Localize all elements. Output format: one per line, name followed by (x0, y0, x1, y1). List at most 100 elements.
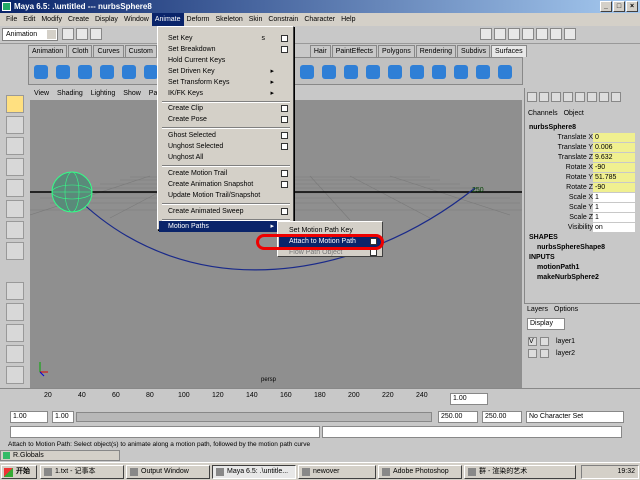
attr-visibility[interactable]: Visibility on (525, 223, 640, 233)
option-box-icon[interactable] (281, 35, 288, 42)
shelf-tab-subdivs[interactable]: Subdivs (457, 45, 490, 57)
minimize-button[interactable]: _ (600, 1, 612, 12)
tab-object[interactable]: Object (564, 110, 584, 117)
rotate-tool-icon[interactable] (6, 179, 24, 197)
attr-translate-y[interactable]: Translate Y 0.006 (525, 143, 640, 153)
time-slider[interactable]: 20 40 60 80 100 120 140 160 180 200 220 … (0, 388, 640, 408)
channelbox-icon-5[interactable] (575, 92, 585, 102)
shelf-tab-cloth[interactable]: Cloth (68, 45, 93, 57)
new-scene-icon[interactable] (62, 28, 74, 40)
surface-tool-8-icon[interactable] (451, 62, 471, 82)
viewport-menu-shading[interactable]: Shading (53, 88, 87, 100)
menuitem-set-transform-keys[interactable]: Set Transform Keys ▸ (159, 77, 292, 88)
end-time-field[interactable]: 250.00 (482, 411, 522, 423)
option-box-icon[interactable] (370, 238, 377, 245)
surface-tool-2-icon[interactable] (319, 62, 339, 82)
layout-outliner-icon[interactable] (6, 345, 24, 363)
range-slider-bar[interactable] (76, 412, 432, 422)
toggle-attribute-editor-icon[interactable] (536, 28, 548, 40)
task-newover[interactable]: newover (298, 465, 376, 479)
close-button[interactable]: × (626, 1, 638, 12)
menu-file[interactable]: File (3, 13, 20, 26)
paint-select-icon[interactable] (6, 137, 24, 155)
maximize-button[interactable]: □ (613, 1, 625, 12)
render-globals-icon[interactable] (508, 28, 520, 40)
character-set-select[interactable]: No Character Set (526, 411, 624, 423)
menu-set-select[interactable]: Animation (2, 28, 58, 41)
surface-tool-5-icon[interactable] (385, 62, 405, 82)
attr-rotate-z[interactable]: Rotate Z -90 (525, 183, 640, 193)
attr-scale-y[interactable]: Scale Y1 (525, 203, 640, 213)
input-field-icon[interactable] (522, 28, 534, 40)
render-icon[interactable] (480, 28, 492, 40)
option-box-icon[interactable] (281, 170, 288, 177)
layer-visibility-toggle[interactable]: V (528, 337, 537, 346)
option-box-icon[interactable] (281, 143, 288, 150)
option-box-icon[interactable] (370, 249, 377, 256)
menuitem-unghost-all[interactable]: Unghost All (159, 152, 292, 163)
viewport-menu-lighting[interactable]: Lighting (87, 88, 120, 100)
menuitem-hold-current-keys[interactable]: Hold Current Keys (159, 55, 292, 66)
input-motionpath[interactable]: motionPath1 (537, 264, 579, 271)
menu-create[interactable]: Create (65, 13, 92, 26)
save-scene-icon[interactable] (90, 28, 102, 40)
toggle-channel-box-icon[interactable] (564, 28, 576, 40)
surface-tool-7-icon[interactable] (429, 62, 449, 82)
attr-scale-x[interactable]: Scale X1 (525, 193, 640, 203)
nurbs-sphere[interactable] (51, 171, 93, 213)
surface-tool-1-icon[interactable] (297, 62, 317, 82)
surface-tool-4-icon[interactable] (363, 62, 383, 82)
layer-row[interactable]: V layer1 (528, 336, 634, 347)
shelf-tab-hair[interactable]: Hair (309, 45, 331, 57)
menuitem-attach-to-motion-path[interactable]: Attach to Motion Path (279, 236, 381, 247)
layer-row[interactable]: layer2 (528, 348, 634, 359)
menuitem-ikfk-keys[interactable]: IK/FK Keys ▸ (159, 88, 292, 99)
nurbs-cylinder-icon[interactable] (75, 62, 95, 82)
nurbs-plane-icon[interactable] (119, 62, 139, 82)
menuitem-create-animation-snapshot[interactable]: Create Animation Snapshot (159, 179, 292, 190)
channelbox-icon-4[interactable] (563, 92, 573, 102)
curve-tool-icon[interactable] (6, 242, 24, 260)
menuitem-unghost-selected[interactable]: Unghost Selected (159, 141, 292, 152)
menuitem-set-key[interactable]: Set Key s (159, 33, 292, 44)
layers-menu[interactable]: Layers (527, 306, 548, 313)
menuitem-update-motion-trail[interactable]: Update Motion Trail/Snapshot (159, 190, 292, 201)
channelbox-icon-6[interactable] (587, 92, 597, 102)
menuitem-create-animated-sweep[interactable]: Create Animated Sweep (159, 206, 292, 217)
layer-template-toggle[interactable] (540, 349, 549, 358)
menu-animate[interactable]: Animate (151, 13, 184, 26)
render-globals-minimized[interactable]: R.Globals (0, 450, 120, 461)
menuitem-create-pose[interactable]: Create Pose (159, 114, 292, 125)
channelbox-icon-8[interactable] (611, 92, 621, 102)
nurbs-cube-icon[interactable] (53, 62, 73, 82)
playback-end-field[interactable]: 250.00 (438, 411, 478, 423)
object-name[interactable]: nurbsSphere8 (529, 124, 576, 131)
shape-node[interactable]: nurbsSphereShape8 (537, 244, 605, 251)
layer-visibility-toggle[interactable] (528, 349, 537, 358)
shelf-tab-rendering[interactable]: Rendering (415, 45, 457, 57)
menu-character[interactable]: Character (301, 13, 338, 26)
toggle-tool-settings-icon[interactable] (550, 28, 562, 40)
command-input[interactable] (10, 426, 320, 438)
viewport-menu-view[interactable]: View (30, 88, 53, 100)
option-box-icon[interactable] (281, 116, 288, 123)
channelbox-icon-1[interactable] (527, 92, 537, 102)
option-box-icon[interactable] (281, 105, 288, 112)
attr-translate-z[interactable]: Translate Z 9.632 (525, 153, 640, 163)
input-makenurbsphere[interactable]: makeNurbSphere2 (537, 274, 599, 281)
shelf-tab-painteffects[interactable]: PaintEffects (331, 45, 377, 57)
menuitem-set-driven-key[interactable]: Set Driven Key ▸ (159, 66, 292, 77)
ipr-render-icon[interactable] (494, 28, 506, 40)
manipulator-tool-icon[interactable] (6, 221, 24, 239)
task-photoshop[interactable]: Adobe Photoshop (378, 465, 462, 479)
menuitem-create-clip[interactable]: Create Clip (159, 103, 292, 114)
nurbs-cone-icon[interactable] (97, 62, 117, 82)
attr-rotate-x[interactable]: Rotate X -90 (525, 163, 640, 173)
layout-graph-icon[interactable] (6, 366, 24, 384)
scale-tool-icon[interactable] (6, 200, 24, 218)
layout-two-icon[interactable] (6, 324, 24, 342)
attr-scale-z[interactable]: Scale Z1 (525, 213, 640, 223)
move-tool-icon[interactable] (6, 158, 24, 176)
tab-channels[interactable]: Channels (528, 110, 558, 117)
channelbox-icon-7[interactable] (599, 92, 609, 102)
